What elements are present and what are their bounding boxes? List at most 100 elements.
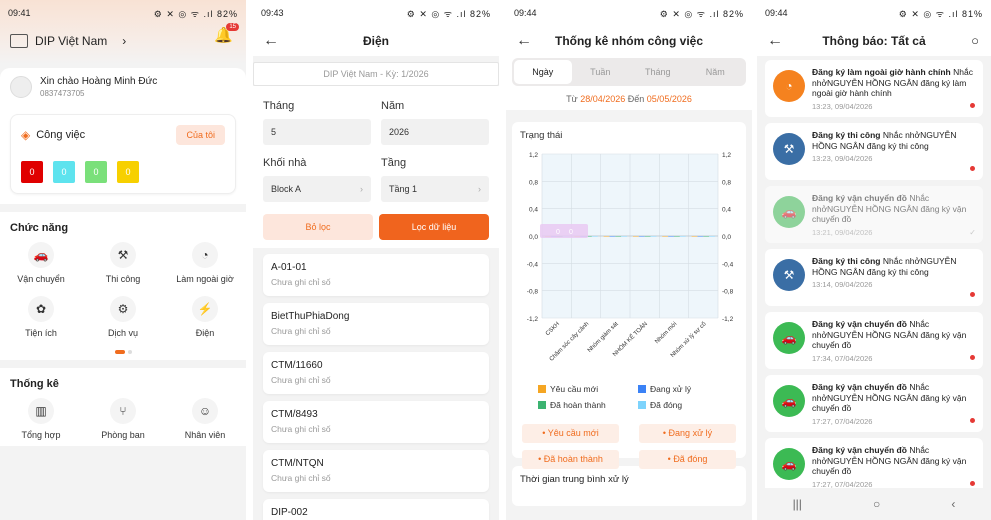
legend-label: Đã đóng (650, 400, 683, 410)
status-bar: 09:43 ⚙ ✕ ◎ ᯤ .ıl 82% (253, 0, 499, 26)
back-arrow-icon[interactable]: ← (516, 32, 532, 50)
work-count[interactable]: 0 (117, 161, 139, 183)
bar-4 (679, 236, 686, 237)
chevron-right-icon: › (360, 184, 363, 194)
unit-code: A-01-01 (271, 262, 307, 273)
notification-bell-button[interactable]: 🔔 15 (214, 23, 239, 48)
stats-item[interactable]: ☺ Nhân viên (164, 398, 246, 440)
back-icon[interactable]: ‹ (951, 497, 955, 511)
function-icon: ⚒ (110, 242, 136, 268)
chevron-right-icon: › (478, 184, 481, 194)
status-icons: ⚙ ✕ ◎ ᯤ .ıl (406, 8, 467, 19)
stats-icon: ⑂ (110, 398, 136, 424)
bar-2 (609, 236, 616, 237)
work-count[interactable]: 0 (21, 161, 43, 183)
tab-period[interactable]: Tháng (629, 60, 687, 84)
from-date[interactable]: 28/04/2026 (580, 94, 625, 104)
function-item[interactable]: ◔ Làm ngoài giờ (164, 242, 246, 284)
tab-period[interactable]: Năm (687, 60, 745, 84)
to-date[interactable]: 05/05/2026 (647, 94, 692, 104)
back-arrow-icon[interactable]: ← (767, 32, 783, 50)
month-field[interactable]: 5 (263, 119, 371, 145)
unit-list-item[interactable]: CTM/8493 Chưa ghi chỉ số (263, 401, 489, 443)
notification-content: Đăng ký vận chuyển đồ Nhắc nhởNGUYỄN HỒN… (812, 319, 975, 363)
status-chip[interactable]: • Đã đóng (639, 450, 736, 469)
bar-3 (615, 236, 622, 237)
legend-item[interactable]: Đã đóng (638, 400, 738, 410)
unread-dot (970, 355, 975, 360)
notification-item[interactable]: 🚗 Đăng ký vận chuyển đồ Nhắc nhởNGUYỄN HỒ… (765, 375, 983, 432)
stats-title: Thống kê (10, 378, 59, 390)
period-tabs: Ngày Tuần Tháng Năm (512, 58, 746, 86)
function-item[interactable]: ⚡ Điện (164, 296, 246, 338)
home-icon[interactable]: ○ (873, 497, 880, 511)
apply-filter-button[interactable]: Lọc dữ liệu (379, 214, 489, 240)
unread-dot (970, 166, 975, 171)
tab-period[interactable]: Tuần (572, 60, 630, 84)
stats-item[interactable]: ⑂ Phòng ban (82, 398, 164, 440)
brand-selector[interactable]: DIP Việt Nam › (10, 34, 126, 48)
unread-dot (970, 481, 975, 486)
tab-period[interactable]: Ngày (514, 60, 572, 84)
floor-select[interactable]: Tầng 1 › (381, 176, 489, 202)
user-card: Xin chào Hoàng Minh Đức 0837473705 (0, 68, 246, 106)
notification-item[interactable]: 🚗 Đăng ký vận chuyển đồ Nhắc nhởNGUYỄN HỒ… (765, 186, 983, 243)
battery-level: 82% (722, 8, 744, 19)
unit-list-item[interactable]: CTM/NTQN Chưa ghi chỉ số (263, 450, 489, 492)
status-chart-card: Trạng thái 1,2 1,2 0,8 0,8 0,4 0,4 0,0 0,0 -0,4 -… (512, 122, 746, 469)
year-field[interactable]: 2026 (381, 119, 489, 145)
notification-content: Đăng ký vận chuyển đồ Nhắc nhởNGUYỄN HỒN… (812, 382, 975, 426)
notification-item[interactable]: 🚗 Đăng ký vận chuyển đồ Nhắc nhởNGUYỄN HỒ… (765, 312, 983, 369)
status-chip[interactable]: • Đã hoàn thành (522, 450, 619, 469)
status-icons: ⚙ ✕ ◎ ᯤ .ıl (153, 8, 214, 19)
work-count[interactable]: 0 (85, 161, 107, 183)
chart-tooltip (540, 224, 588, 238)
function-item[interactable]: ⚒ Thi công (82, 242, 164, 284)
block-select[interactable]: Block A › (263, 176, 371, 202)
function-item[interactable]: ⚙ Dịch vụ (82, 296, 164, 338)
notification-item[interactable]: ⚒ Đăng ký thi công Nhắc nhởNGUYỄN HỒNG NG… (765, 123, 983, 180)
unit-list: A-01-01 Chưa ghi chỉ số BietThuPhiaDong Chư… (253, 248, 499, 520)
function-label: Vận chuyển (17, 274, 65, 284)
legend-label: Đã hoàn thành (550, 400, 606, 410)
unit-list-item[interactable]: CTM/11660 Chưa ghi chỉ số (263, 352, 489, 394)
clear-filter-button[interactable]: Bỏ lọc (263, 214, 373, 240)
legend-item[interactable]: Đã hoàn thành (538, 400, 638, 410)
legend-item[interactable]: Đang xử lý (638, 384, 738, 394)
function-item[interactable]: 🚗 Vận chuyển (0, 242, 82, 284)
bar-4 (591, 236, 598, 237)
notification-type-icon: 🚗 (773, 196, 805, 228)
stack-icon: ◈ (21, 128, 31, 142)
unit-status: Chưa ghi chỉ số (271, 277, 331, 287)
y-tick-label-right: 1,2 (722, 152, 731, 159)
unit-list-item[interactable]: BietThuPhiaDong Chưa ghi chỉ số (263, 303, 489, 345)
recents-icon[interactable]: ||| (793, 497, 802, 511)
status-chip[interactable]: • Yêu cầu mới (522, 424, 619, 443)
bar-2 (668, 236, 674, 237)
notification-title: Đăng ký vận chuyển đồ (812, 382, 907, 392)
mine-button[interactable]: Của tôi (176, 125, 225, 145)
avg-time-card: Thời gian trung bình xử lý (512, 466, 746, 506)
status-chip[interactable]: • Đang xử lý (639, 424, 736, 443)
y-tick-label-left: 1,2 (529, 152, 538, 159)
work-count[interactable]: 0 (53, 161, 75, 183)
stats-grid: ▥ Tổng hợp ⑂ Phòng ban ☺ Nhân viên (0, 398, 246, 440)
unit-list-item[interactable]: DIP-002 (263, 499, 489, 520)
notification-item[interactable]: 🚗 Đăng ký vận chuyển đồ Nhắc nhởNGUYỄN HỒ… (765, 438, 983, 495)
back-arrow-icon[interactable]: ← (263, 32, 279, 50)
function-label: Điện (195, 328, 215, 338)
function-item[interactable]: ✿ Tiện ích (0, 296, 82, 338)
legend-item[interactable]: Yêu cầu mới (538, 384, 638, 394)
legend-label: Yêu cầu mới (550, 384, 599, 394)
unit-code: CTM/11660 (271, 360, 323, 371)
status-chips: • Yêu cầu mới • Đang xử lý • Đã hoàn thành… (522, 424, 736, 469)
notification-item[interactable]: ⚒ Đăng ký thi công Nhắc nhởNGUYỄN HỒNG NG… (765, 249, 983, 306)
notification-item[interactable]: ◔ Đăng ký làm ngoài giờ hành chính Nhắc n… (765, 60, 983, 117)
home-header: 09:41 ⚙ ✕ ◎ ᯤ .ıl 82% DIP Việt Nam › 🔔 1… (0, 0, 246, 64)
search-icon[interactable]: ○ (971, 33, 979, 48)
home-screen: 09:41 ⚙ ✕ ◎ ᯤ .ıl 82% DIP Việt Nam › 🔔 1… (0, 0, 246, 520)
notification-text: Đăng ký làm ngoài giờ hành chính Nhắc nh… (812, 67, 975, 99)
notification-title: Đăng ký thi công (812, 130, 881, 140)
unit-list-item[interactable]: A-01-01 Chưa ghi chỉ số (263, 254, 489, 296)
stats-item[interactable]: ▥ Tổng hợp (0, 398, 82, 440)
